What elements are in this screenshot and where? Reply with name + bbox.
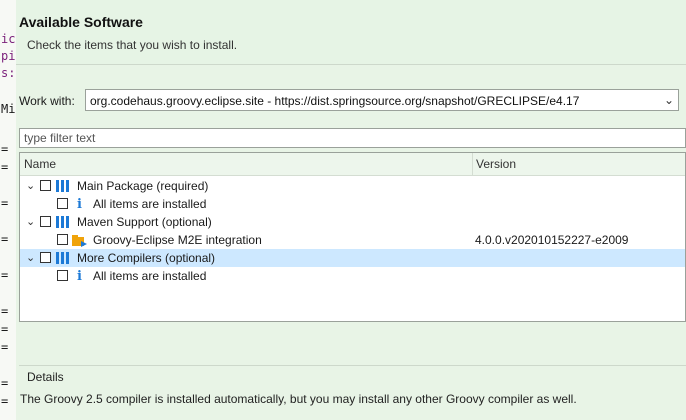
editor-glyph: = <box>1 160 9 174</box>
expand-chevron-icon[interactable]: ⌄ <box>26 251 35 264</box>
editor-glyph: = <box>1 394 9 408</box>
checkbox[interactable] <box>40 216 51 227</box>
tree-row-m2e-integration[interactable]: Groovy-Eclipse M2E integration 4.0.0.v20… <box>20 231 685 249</box>
checkbox[interactable] <box>57 198 68 209</box>
work-with-label: Work with: <box>19 94 75 108</box>
checkbox[interactable] <box>57 270 68 281</box>
category-icon <box>56 216 71 228</box>
tree-row-info[interactable]: i All items are installed <box>20 195 685 213</box>
filter-input[interactable] <box>20 129 668 147</box>
tree-row-info[interactable]: i All items are installed <box>20 267 685 285</box>
tree-row-label: Groovy-Eclipse M2E integration <box>93 233 262 247</box>
editor-glyph: s: <box>1 66 16 80</box>
software-tree[interactable]: Name Version ⌄ Main Package (required) i… <box>19 152 686 322</box>
editor-glyph: = <box>1 196 9 210</box>
category-icon <box>56 252 71 264</box>
tree-row-label: Maven Support (optional) <box>77 215 212 229</box>
checkbox[interactable] <box>40 252 51 263</box>
editor-glyph: ic <box>1 32 16 46</box>
expand-chevron-icon[interactable]: ⌄ <box>26 179 35 192</box>
tree-row-more-compilers[interactable]: ⌄ More Compilers (optional) <box>20 249 685 267</box>
dialog-banner: Available Software Check the items that … <box>16 0 686 65</box>
chevron-down-icon[interactable]: ⌄ <box>664 93 674 107</box>
editor-glyph: = <box>1 232 9 246</box>
work-with-combo[interactable]: org.codehaus.groovy.eclipse.site - https… <box>85 89 679 111</box>
install-dialog: Available Software Check the items that … <box>16 0 686 420</box>
editor-glyph: = <box>1 340 9 354</box>
background-editor: ic pi s: Mi = = = = = = = = = = <box>0 0 17 420</box>
tree-row-version: 4.0.0.v202010152227-e2009 <box>475 233 629 247</box>
editor-glyph: = <box>1 268 9 282</box>
details-text: The Groovy 2.5 compiler is installed aut… <box>20 392 577 406</box>
tree-row-label: All items are installed <box>93 197 207 211</box>
details-divider <box>19 365 686 366</box>
dialog-title: Available Software <box>19 14 143 30</box>
tree-row-label: All items are installed <box>93 269 207 283</box>
editor-glyph: Mi <box>1 102 16 116</box>
tree-row-maven-support[interactable]: ⌄ Maven Support (optional) <box>20 213 685 231</box>
dialog-subtitle: Check the items that you wish to install… <box>27 38 238 52</box>
dialog-body: Work with: org.codehaus.groovy.eclipse.s… <box>16 65 686 420</box>
editor-glyph: = <box>1 322 9 336</box>
category-icon <box>56 180 71 192</box>
checkbox[interactable] <box>40 180 51 191</box>
column-divider[interactable] <box>472 153 473 175</box>
column-header-version[interactable]: Version <box>476 157 516 171</box>
tree-header: Name Version <box>20 153 685 176</box>
checkbox[interactable] <box>57 234 68 245</box>
screen: ic pi s: Mi = = = = = = = = = = Availabl… <box>0 0 686 420</box>
info-icon: i <box>77 269 82 284</box>
tree-row-label: Main Package (required) <box>77 179 209 193</box>
info-icon: i <box>77 197 82 212</box>
editor-glyph: = <box>1 376 9 390</box>
plugin-icon <box>72 234 87 247</box>
details-title: Details <box>27 370 64 384</box>
work-with-value: org.codehaus.groovy.eclipse.site - https… <box>90 94 580 108</box>
filter-field[interactable] <box>19 128 686 148</box>
column-header-name[interactable]: Name <box>24 157 56 171</box>
editor-glyph: pi <box>1 49 16 63</box>
editor-glyph: = <box>1 142 9 156</box>
tree-row-main-package[interactable]: ⌄ Main Package (required) <box>20 177 685 195</box>
expand-chevron-icon[interactable]: ⌄ <box>26 215 35 228</box>
details-section: Details The Groovy 2.5 compiler is insta… <box>16 365 686 420</box>
tree-row-label: More Compilers (optional) <box>77 251 216 265</box>
editor-glyph: = <box>1 304 9 318</box>
